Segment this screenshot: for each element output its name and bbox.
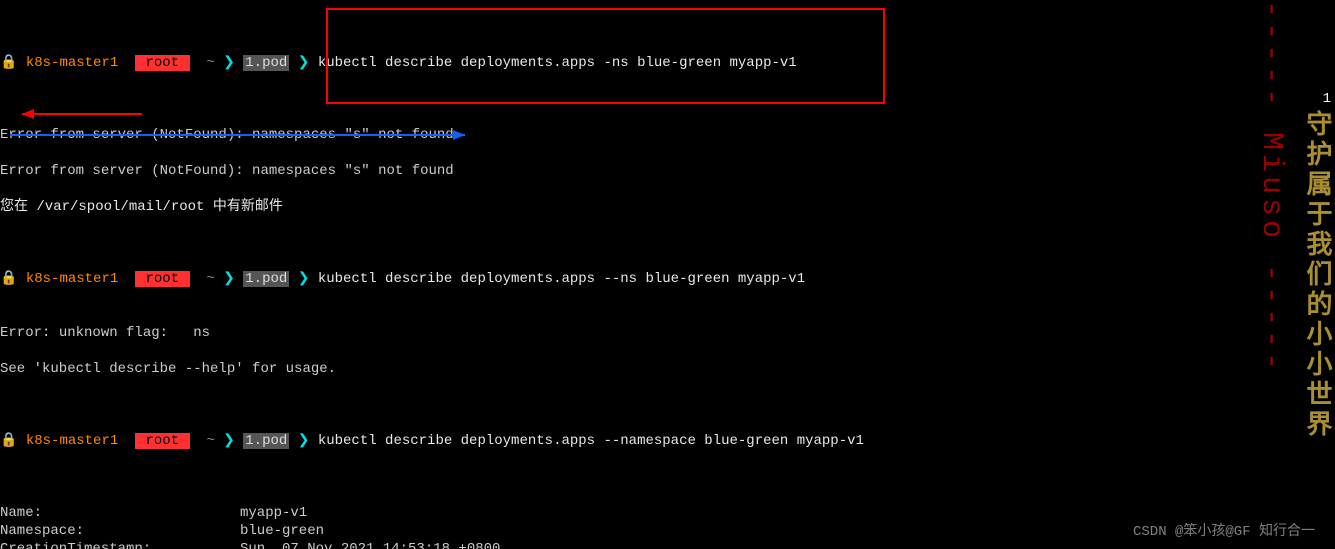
mail-notice: 您在 /var/spool/mail/root 中有新邮件: [0, 198, 1335, 216]
command-1: kubectl describe deployments.apps -ns bl…: [318, 55, 797, 71]
error-line: Error: unknown flag: ns: [0, 324, 1335, 342]
describe-label: CreationTimestamp:: [0, 540, 240, 549]
watermark-vertical: 守护属于我们的小小世界: [1307, 5, 1325, 545]
describe-label: Namespace:: [0, 522, 240, 540]
command-3: kubectl describe deployments.apps --name…: [318, 433, 864, 449]
describe-value: myapp-v1: [240, 505, 307, 521]
prompt-gt-icon: ❯: [298, 55, 310, 71]
cwd: 1.pod: [243, 55, 289, 71]
csdn-watermark: CSDN @笨小孩@GF 知行合一: [1133, 523, 1315, 541]
prompt-line-3[interactable]: 🔒 k8s-master1 root ~ ❯ 1.pod ❯ kubectl d…: [0, 432, 1335, 450]
describe-label: Name:: [0, 504, 240, 522]
host: k8s-master1: [26, 55, 118, 71]
tilde: ~: [206, 55, 214, 71]
describe-row: Name:myapp-v1: [0, 504, 1335, 522]
prompt-arrow-icon: ❯: [223, 55, 235, 71]
lock-icon: 🔒: [0, 433, 17, 449]
error-line: Error from server (NotFound): namespaces…: [0, 162, 1335, 180]
lock-icon: 🔒: [0, 55, 17, 71]
lock-icon: 🔒: [0, 271, 17, 287]
prompt-arrow-icon: ❯: [223, 271, 235, 287]
prompt-line-1[interactable]: 🔒 k8s-master1 root ~ ❯ 1.pod ❯ kubectl d…: [0, 54, 1335, 72]
help-line: See 'kubectl describe --help' for usage.: [0, 360, 1335, 378]
host: k8s-master1: [26, 433, 118, 449]
user-badge: root: [135, 55, 189, 71]
error-line: Error from server (NotFound): namespaces…: [0, 126, 1335, 144]
prompt-gt-icon: ❯: [298, 433, 310, 449]
describe-row: CreationTimestamp:Sun, 07 Nov 2021 14:53…: [0, 540, 1335, 549]
prompt-gt-icon: ❯: [298, 271, 310, 287]
prompt-arrow-icon: ❯: [223, 433, 235, 449]
host: k8s-master1: [26, 271, 118, 287]
watermark-red: ----- Miuso -----: [1262, 0, 1280, 374]
arrow-red-icon: [12, 105, 142, 123]
cwd: 1.pod: [243, 271, 289, 287]
describe-value: Sun, 07 Nov 2021 14:53:18 +0800: [240, 541, 500, 549]
user-badge: root: [135, 433, 189, 449]
command-2: kubectl describe deployments.apps --ns b…: [318, 271, 805, 287]
terminal: 🔒 k8s-master1 root ~ ❯ 1.pod ❯ kubectl d…: [0, 0, 1335, 549]
tilde: ~: [206, 271, 214, 287]
tilde: ~: [206, 433, 214, 449]
page-number: 1: [1323, 90, 1331, 108]
cwd: 1.pod: [243, 433, 289, 449]
user-badge: root: [135, 271, 189, 287]
describe-value: blue-green: [240, 523, 324, 539]
prompt-line-2[interactable]: 🔒 k8s-master1 root ~ ❯ 1.pod ❯ kubectl d…: [0, 270, 1335, 288]
